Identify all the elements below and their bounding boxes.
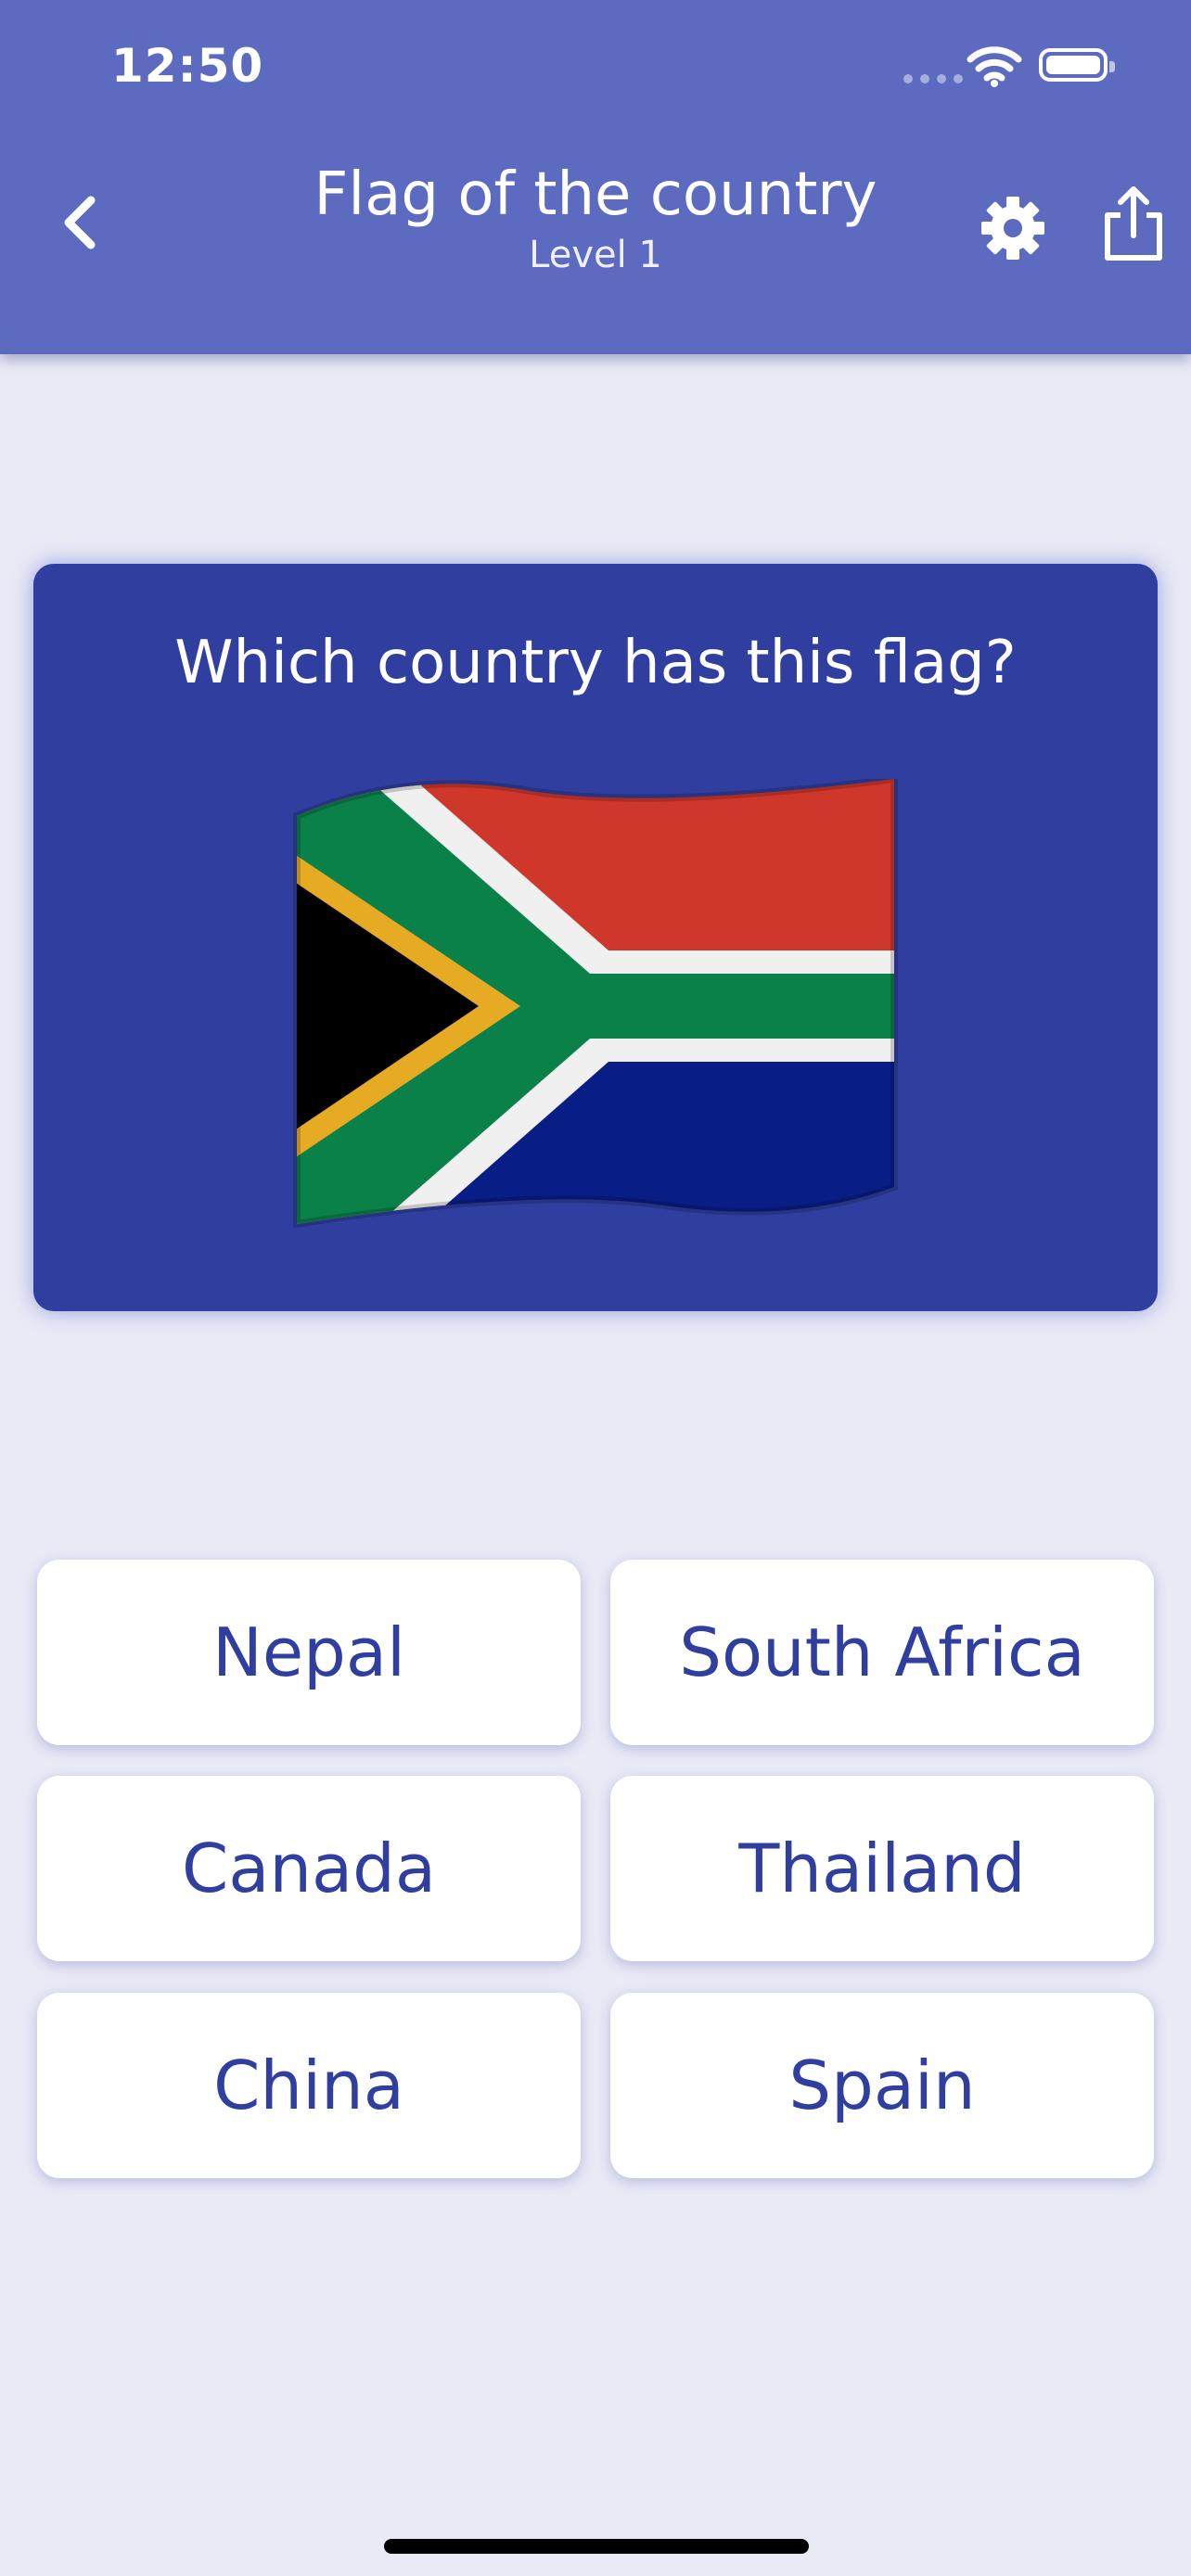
home-indicator[interactable] xyxy=(384,2539,809,2554)
answer-option-nepal[interactable]: Nepal xyxy=(37,1560,581,1745)
wifi-icon xyxy=(967,46,1022,87)
answer-option-china[interactable]: China xyxy=(37,1993,581,2178)
answer-option-spain[interactable]: Spain xyxy=(610,1993,1154,2178)
answer-option-thailand[interactable]: Thailand xyxy=(610,1776,1154,1961)
question-card: Which country has this flag? xyxy=(33,564,1158,1311)
battery-icon xyxy=(1039,48,1115,82)
share-button[interactable] xyxy=(1096,182,1171,265)
status-time: 12:50 xyxy=(111,39,264,93)
share-icon xyxy=(1105,186,1162,261)
answer-option-south-africa[interactable]: South Africa xyxy=(610,1560,1154,1745)
app-header: 12:50 Flag of the country Level 1 xyxy=(0,0,1191,354)
south-africa-flag-image xyxy=(293,779,898,1229)
cellular-signal-icon xyxy=(903,74,963,83)
settings-button[interactable] xyxy=(976,191,1050,265)
answer-option-canada[interactable]: Canada xyxy=(37,1776,581,1961)
status-icons xyxy=(903,45,1117,91)
gear-icon xyxy=(981,197,1044,260)
question-text: Which country has this flag? xyxy=(174,629,1017,697)
